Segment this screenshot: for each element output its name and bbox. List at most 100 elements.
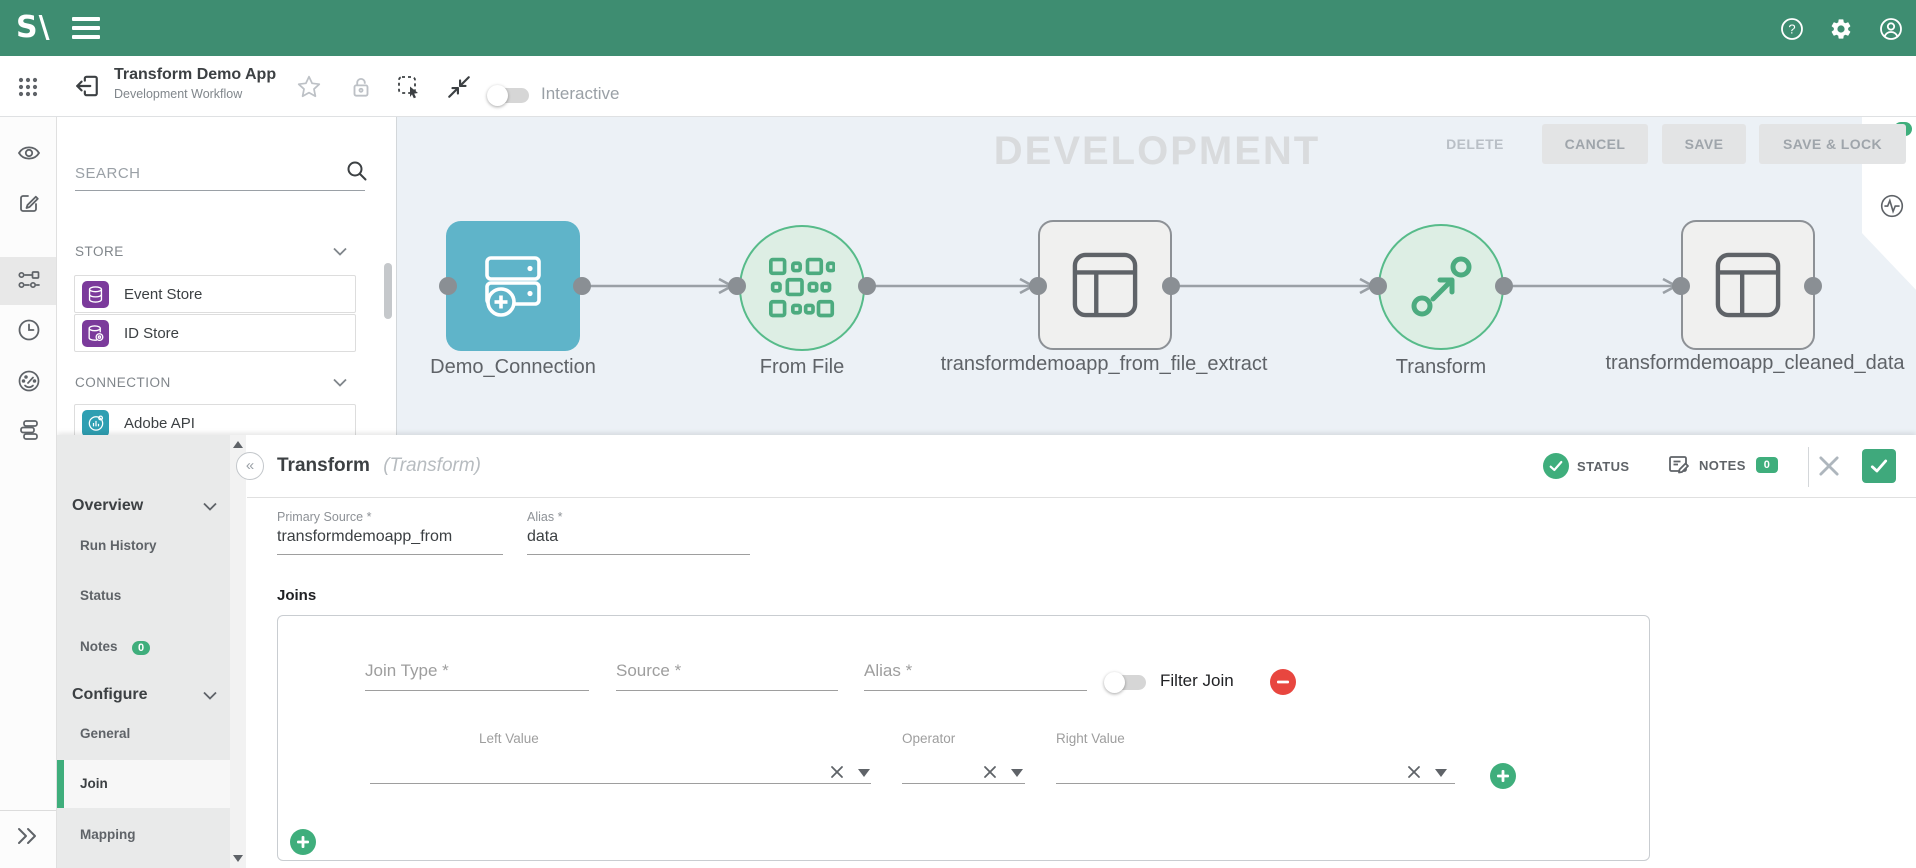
panel-title-type: (Transform) [383,455,481,476]
panel-scrollbar-thumb[interactable] [384,263,392,319]
dropdown-caret-icon[interactable] [1435,769,1447,777]
check-icon [1869,456,1889,476]
node-cleaned-data-dataset[interactable] [1681,220,1815,350]
node-from-file-extract-dataset[interactable] [1038,220,1172,350]
back-to-apps-icon[interactable] [74,73,100,99]
right-value-label: Right Value [1056,731,1125,746]
nav-item-mapping[interactable]: Mapping [57,820,230,850]
save-and-lock-button[interactable]: SAVE & LOCK [1759,124,1906,164]
port[interactable] [1804,277,1822,295]
nav-item-general[interactable]: General [57,719,230,749]
connection-chevron-icon[interactable] [333,378,347,387]
node-transform[interactable] [1378,224,1504,350]
activity-pulse-icon[interactable] [1879,193,1905,219]
confirm-button[interactable] [1862,449,1896,483]
dropdown-caret-icon[interactable] [858,769,870,777]
panel-title: Transform (Transform) [277,455,481,477]
search-icon[interactable] [345,159,369,183]
search-input[interactable] [75,161,365,191]
header-divider [1808,447,1809,487]
store-section-header[interactable]: STORE [75,244,124,259]
port[interactable] [1369,277,1387,295]
port[interactable] [1672,277,1690,295]
hamburger-menu-icon[interactable] [72,17,100,39]
history-clock-icon[interactable] [17,318,41,342]
nav-group-overview[interactable]: Overview [57,491,230,521]
account-icon[interactable] [1879,17,1903,41]
clear-icon[interactable] [983,765,997,779]
port[interactable] [439,277,457,295]
nav-item-notes[interactable]: Notes 0 [57,632,230,662]
filter-join-toggle[interactable] [1106,675,1146,690]
connection-section-header[interactable]: CONNECTION [75,375,171,390]
node-from-file[interactable] [739,225,865,351]
join-alias-field[interactable] [864,661,1087,691]
transform-node-icon [1409,255,1473,319]
marquee-select-icon[interactable] [396,74,422,100]
dataset-node-icon [1072,252,1138,318]
joins-section-title: Joins [277,587,316,604]
help-icon[interactable]: ? [1780,17,1804,41]
component-event-store[interactable]: Event Store [74,275,356,313]
edit-icon[interactable] [17,191,41,215]
expand-rail-icon[interactable] [15,824,39,848]
nav-item-run-history[interactable]: Run History [57,531,230,561]
notes-button[interactable]: NOTES 0 [1667,453,1778,477]
workflow-header-bar: Transform Demo App Development Workflow … [0,56,1916,117]
collapse-view-icon[interactable] [446,74,472,100]
stack-layers-icon[interactable] [17,418,41,442]
workflow-icon[interactable] [17,269,41,293]
gear-icon[interactable] [1829,17,1853,41]
node-label: Transform [1396,356,1486,379]
apps-grid-icon[interactable] [17,76,39,98]
preview-eye-icon[interactable] [17,141,41,165]
scroll-up-icon[interactable] [233,441,243,448]
cancel-button[interactable]: CANCEL [1542,124,1648,164]
right-value-field[interactable] [1056,783,1455,784]
dashboard-gauge-icon[interactable] [17,369,41,393]
panel-header-divider [247,497,1916,498]
port[interactable] [728,277,746,295]
remove-join-button[interactable] [1270,669,1296,695]
add-condition-button[interactable] [1490,763,1516,789]
node-demo-connection[interactable] [446,221,580,351]
dropdown-caret-icon[interactable] [1011,769,1023,777]
brand-logo[interactable]: S\ [16,10,51,45]
port[interactable] [1029,277,1047,295]
status-button[interactable]: STATUS [1543,453,1629,479]
event-store-icon [82,281,109,308]
environment-watermark: DEVELOPMENT [994,129,1320,174]
close-icon[interactable] [1815,452,1843,480]
clear-icon[interactable] [1407,765,1421,779]
join-type-field[interactable] [365,661,589,691]
primary-source-field[interactable] [277,528,503,555]
nav-scrollbar[interactable] [230,435,246,868]
panel-collapse-button[interactable]: « [236,452,264,480]
lock-icon[interactable] [348,74,374,100]
port[interactable] [1162,277,1180,295]
add-join-button[interactable] [290,829,316,855]
port[interactable] [1495,277,1513,295]
interactive-toggle[interactable] [489,88,529,103]
id-store-icon [82,320,109,347]
nav-item-join[interactable]: Join [57,769,230,799]
save-button[interactable]: SAVE [1662,124,1746,164]
scroll-down-icon[interactable] [233,855,243,862]
favorite-star-icon[interactable] [296,74,322,100]
join-source-field[interactable] [616,661,838,691]
node-config-panel: Overview Run History Status Notes 0 Conf… [57,435,1916,868]
port[interactable] [573,277,591,295]
operator-field[interactable] [902,783,1025,784]
connection-node-icon [475,250,551,322]
left-value-field[interactable] [370,783,871,784]
nav-group-configure[interactable]: Configure [57,680,230,710]
store-chevron-icon[interactable] [333,247,347,256]
port[interactable] [858,277,876,295]
delete-button[interactable]: DELETE [1434,124,1516,164]
workflow-canvas[interactable]: DEVELOPMENT Demo_Connection [397,117,1916,435]
component-id-store[interactable]: ID Store [74,314,356,352]
nav-item-status[interactable]: Status [57,581,230,611]
node-label: transformdemoapp_from_file_extract [941,353,1268,376]
clear-icon[interactable] [830,765,844,779]
alias-field[interactable] [527,528,750,555]
